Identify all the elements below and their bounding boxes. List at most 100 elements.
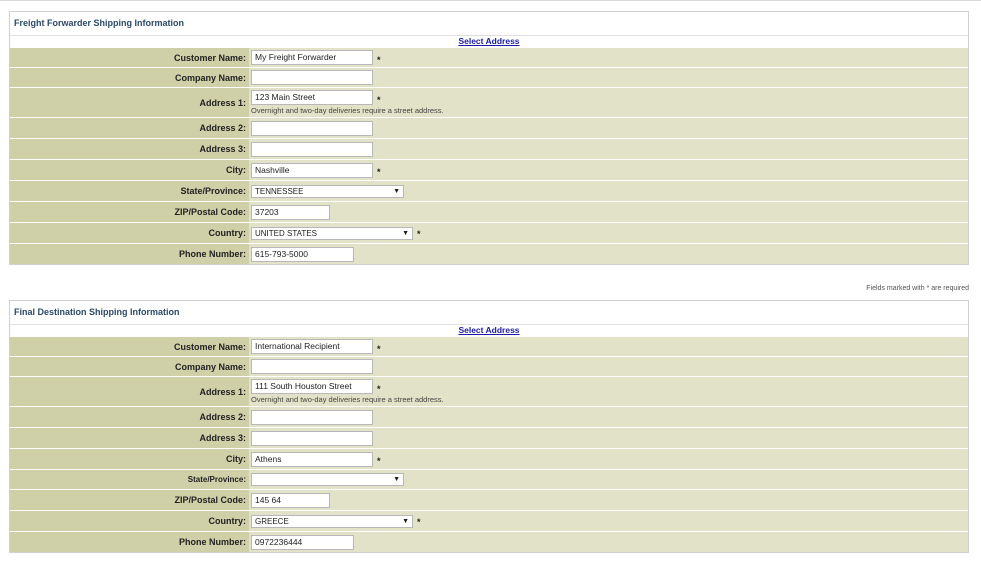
destination-city-row: City: Athens * (10, 448, 968, 469)
required-marker: * (377, 343, 381, 354)
forwarder-company-name-row: Company Name: (10, 67, 968, 87)
destination-state-row: State/Province: ▼ (10, 469, 968, 489)
address3-label: Address 3: (10, 139, 249, 159)
forwarder-section-title: Freight Forwarder Shipping Information (10, 12, 968, 36)
forwarder-zip-input[interactable]: 37203 (251, 204, 330, 220)
state-label: State/Province: (10, 470, 249, 489)
state-cell: TENNESSEE ▼ (249, 181, 968, 201)
required-marker: * (417, 516, 421, 527)
company-name-cell (249, 68, 968, 87)
state-selected-value: TENNESSEE (255, 186, 304, 196)
forwarder-phone-row: Phone Number: 615-793-5000 (10, 243, 968, 264)
destination-address1-row: Address 1: 111 South Houston Street * Ov… (10, 376, 968, 406)
country-cell: UNITED STATES ▼ * (249, 223, 968, 243)
state-label: State/Province: (10, 181, 249, 201)
forwarder-state-select[interactable]: TENNESSEE ▼ (251, 184, 404, 198)
forwarder-section: Freight Forwarder Shipping Information S… (9, 11, 969, 265)
destination-zip-input[interactable]: 145 64 (251, 492, 330, 508)
customer-name-cell: International Recipient * (249, 337, 968, 356)
destination-customer-name-row: Customer Name: International Recipient * (10, 336, 968, 356)
address3-label: Address 3: (10, 428, 249, 448)
customer-name-label: Customer Name: (10, 48, 249, 67)
forwarder-select-address-row: Select Address (10, 36, 968, 47)
city-label: City: (10, 160, 249, 180)
chevron-down-icon: ▼ (402, 229, 409, 237)
destination-address2-row: Address 2: (10, 406, 968, 427)
address2-cell (249, 118, 968, 138)
destination-country-select[interactable]: GREECE ▼ (251, 514, 413, 528)
forwarder-company-name-input[interactable] (251, 70, 373, 85)
address1-cell: 111 South Houston Street * Overnight and… (249, 377, 968, 406)
forwarder-country-row: Country: UNITED STATES ▼ * (10, 222, 968, 243)
destination-state-select[interactable]: ▼ (251, 473, 404, 486)
destination-address1-input[interactable]: 111 South Houston Street (251, 379, 373, 394)
address1-label: Address 1: (10, 377, 249, 406)
required-marker: * (377, 54, 381, 65)
customer-name-label: Customer Name: (10, 337, 249, 356)
destination-address3-row: Address 3: (10, 427, 968, 448)
forwarder-address1-row: Address 1: 123 Main Street * Overnight a… (10, 87, 968, 117)
company-name-label: Company Name: (10, 68, 249, 87)
zip-cell: 37203 (249, 202, 968, 222)
zip-cell: 145 64 (249, 490, 968, 510)
phone-cell: 0972236444 (249, 532, 968, 552)
country-selected-value: UNITED STATES (255, 228, 317, 238)
forwarder-phone-input[interactable]: 615-793-5000 (251, 246, 354, 262)
required-fields-note: Fields marked with * are required (866, 285, 969, 292)
destination-country-row: Country: GREECE ▼ * (10, 510, 968, 531)
forwarder-state-row: State/Province: TENNESSEE ▼ (10, 180, 968, 201)
street-address-note: Overnight and two-day deliveries require… (251, 106, 444, 115)
required-marker: * (377, 383, 381, 394)
phone-label: Phone Number: (10, 532, 249, 552)
destination-select-address-row: Select Address (10, 325, 968, 336)
required-marker: * (377, 456, 381, 466)
forwarder-address3-input[interactable] (251, 141, 373, 157)
forwarder-customer-name-row: Customer Name: My Freight Forwarder * (10, 47, 968, 67)
destination-select-address-link[interactable]: Select Address (458, 325, 519, 335)
address1-label: Address 1: (10, 88, 249, 117)
forwarder-city-row: City: Nashville * (10, 159, 968, 180)
street-address-note: Overnight and two-day deliveries require… (251, 395, 444, 404)
zip-label: ZIP/Postal Code: (10, 202, 249, 222)
forwarder-address2-row: Address 2: (10, 117, 968, 138)
address3-cell (249, 428, 968, 448)
required-marker: * (377, 167, 381, 177)
country-cell: GREECE ▼ * (249, 511, 968, 531)
forwarder-city-input[interactable]: Nashville (251, 162, 373, 178)
chevron-down-icon: ▼ (402, 517, 409, 525)
destination-address2-input[interactable] (251, 409, 373, 425)
forwarder-zip-row: ZIP/Postal Code: 37203 (10, 201, 968, 222)
address3-cell (249, 139, 968, 159)
chevron-down-icon: ▼ (393, 187, 400, 195)
forwarder-address3-row: Address 3: (10, 138, 968, 159)
city-cell: Athens * (249, 449, 968, 469)
destination-city-input[interactable]: Athens (251, 451, 373, 467)
company-name-label: Company Name: (10, 357, 249, 376)
destination-customer-name-input[interactable]: International Recipient (251, 339, 373, 354)
address2-label: Address 2: (10, 407, 249, 427)
phone-label: Phone Number: (10, 244, 249, 264)
forwarder-address2-input[interactable] (251, 120, 373, 136)
forwarder-customer-name-input[interactable]: My Freight Forwarder (251, 50, 373, 65)
destination-phone-row: Phone Number: 0972236444 (10, 531, 968, 552)
destination-phone-input[interactable]: 0972236444 (251, 534, 354, 550)
destination-section: Final Destination Shipping Information S… (9, 300, 969, 553)
destination-address3-input[interactable] (251, 430, 373, 446)
phone-cell: 615-793-5000 (249, 244, 968, 264)
city-label: City: (10, 449, 249, 469)
country-label: Country: (10, 223, 249, 243)
required-marker: * (417, 228, 421, 239)
address2-cell (249, 407, 968, 427)
destination-company-name-row: Company Name: (10, 356, 968, 376)
country-selected-value: GREECE (255, 516, 289, 526)
chevron-down-icon: ▼ (393, 476, 400, 483)
customer-name-cell: My Freight Forwarder * (249, 48, 968, 67)
destination-company-name-input[interactable] (251, 359, 373, 374)
forwarder-country-select[interactable]: UNITED STATES ▼ (251, 226, 413, 240)
destination-zip-row: ZIP/Postal Code: 145 64 (10, 489, 968, 510)
country-label: Country: (10, 511, 249, 531)
zip-label: ZIP/Postal Code: (10, 490, 249, 510)
company-name-cell (249, 357, 968, 376)
forwarder-address1-input[interactable]: 123 Main Street (251, 90, 373, 105)
forwarder-select-address-link[interactable]: Select Address (458, 36, 519, 46)
